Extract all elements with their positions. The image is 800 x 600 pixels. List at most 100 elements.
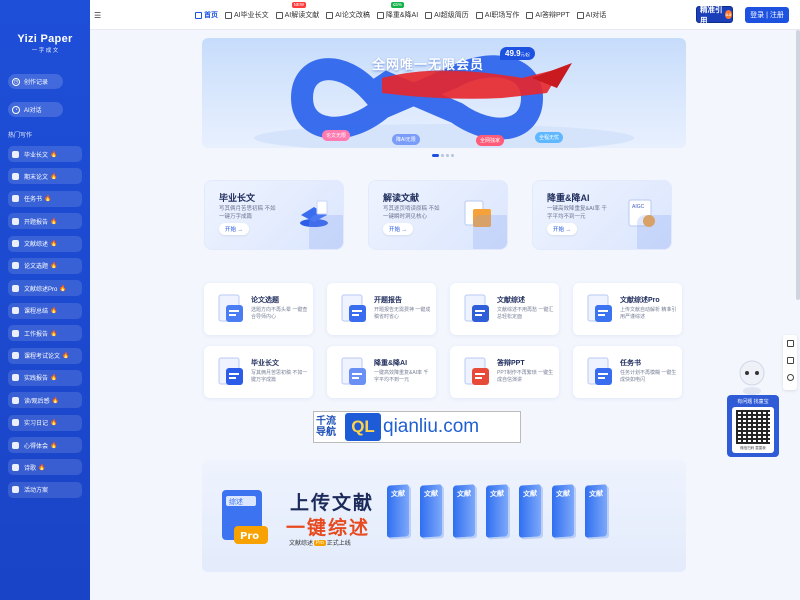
promo-sub: 文献综述 Pro 正式上线 <box>289 539 351 547</box>
sidebar-item-icon <box>12 307 19 315</box>
big-card-literature[interactable]: 解读文献 写其逐页啃读原稿 不如一键瞬时洞见核心 开始 → <box>368 180 508 250</box>
sidebar-item-icon <box>12 486 19 494</box>
banner-title: 全网唯一无限会员 <box>372 57 485 72</box>
big-card-reduce[interactable]: 降重&降AI 一键高效降重复&AI率 千字平均不到一元 开始 → AIGC <box>532 180 672 250</box>
nav-item[interactable]: 首页 <box>195 10 218 20</box>
sidebar-item[interactable]: 课程考试论文 🔥 <box>8 347 82 364</box>
feedback-icon[interactable] <box>786 340 794 347</box>
nav-item[interactable]: AI解读文献 NEW <box>275 2 319 20</box>
fire-icon: 🔥 <box>44 196 52 203</box>
small-card[interactable]: 毕业长文 写其俩月苦思初稿 不如一键万字成篇 <box>204 346 313 398</box>
sidebar-item-label: 期末论文 <box>24 174 49 181</box>
precise-citation-button[interactable]: 精准引用 4.0 <box>696 4 733 25</box>
sidebar-item-label: 工作报告 <box>24 331 49 338</box>
small-card[interactable]: 文献综述 文献综述不用再愁 一键汇总轻松定面 <box>450 283 559 335</box>
card-desc: 写其俩月苦思初稿 不如一键万字成篇 <box>219 206 276 220</box>
nav-item[interactable]: AI职场写作 <box>475 10 520 20</box>
watermark-cn: 千流 导航 <box>316 416 336 438</box>
sidebar-item[interactable]: 开题报告 🔥 <box>8 213 82 230</box>
sidebar-item[interactable]: 课程总结 🔥 <box>8 302 82 319</box>
menu-toggle-icon[interactable]: ☰ <box>94 11 101 20</box>
book-icon: 文献 <box>387 484 409 538</box>
sidebar-item[interactable]: 期末论文 🔥 <box>8 168 82 185</box>
sidebar-item[interactable]: 心得体会 🔥 <box>8 437 82 454</box>
start-button[interactable]: 开始 → <box>547 223 578 235</box>
big-card-thesis[interactable]: 毕业长文 写其俩月苦思初稿 不如一键万字成篇 开始 → <box>204 180 344 250</box>
banner-bubble: 论文无限 <box>322 130 351 141</box>
top-nav: 首页 AI毕业长文 AI解读文献 NEW AI论文改稿 降重&降AI ≤5% AI超级简历 AI… <box>195 2 613 20</box>
nav-item[interactable]: AI毕业长文 <box>225 10 269 20</box>
fire-icon: 🔥 <box>50 420 58 427</box>
sidebar-item[interactable]: 文献综述 🔥 <box>8 235 82 252</box>
helper-qr-panel[interactable]: 有问题 找童宝 微信扫码 童童我 <box>727 395 779 457</box>
brand-name: Yizi Paper <box>17 33 73 45</box>
ai-chat-label: AI对话 <box>24 108 42 114</box>
start-button[interactable]: 开始 → <box>219 223 250 235</box>
card-title: 开题报告 <box>374 297 402 304</box>
start-button[interactable]: 开始 → <box>383 223 414 235</box>
carousel-dot[interactable] <box>451 154 454 157</box>
nav-item[interactable]: AI答辩PPT <box>526 10 570 20</box>
card-desc: 任务计划不再模糊 一键生成快如电闪 <box>620 370 677 383</box>
nav-item[interactable]: AI超级简历 <box>425 10 469 20</box>
small-card[interactable]: 答辩PPT PPT制作不再繁琐 一键生成自信演讲 <box>450 346 559 398</box>
sidebar-item[interactable]: 读/观后感 🔥 <box>8 392 82 409</box>
user-icon[interactable] <box>786 374 794 381</box>
nav-item-label: AI职场写作 <box>484 12 520 19</box>
small-card[interactable]: 任务书 任务计划不再模糊 一键生成快如电闪 <box>573 346 682 398</box>
sidebar-item[interactable]: 任务书 🔥 <box>8 190 82 207</box>
login-link[interactable]: 登录 <box>750 10 764 20</box>
edit-icon[interactable] <box>786 357 794 364</box>
small-card[interactable]: 论文选题 选题方向不再头晕 一键查合导师内心 <box>204 283 313 335</box>
small-card[interactable]: 文献综述Pro 上传文献自动解析 精准引用严谨综述 <box>573 283 682 335</box>
register-link[interactable]: 注册 <box>770 10 784 20</box>
promo-banner[interactable]: 综述 Pro 上传文献 一键综述 文献综述 Pro 正式上线 文献 文献 文献 文献 文献文… <box>202 460 686 572</box>
sidebar-item[interactable]: 论文选题 🔥 <box>8 257 82 274</box>
fire-icon: 🔥 <box>51 397 60 404</box>
price-value: 49.9 <box>505 49 521 58</box>
book-icon: 文献 <box>552 484 574 538</box>
carousel-dot[interactable] <box>432 154 439 157</box>
sidebar-item-icon <box>12 217 19 225</box>
card-desc: 写其逐页啃读原稿 不如一键瞬时洞见核心 <box>383 206 440 220</box>
carousel-dot[interactable] <box>446 154 449 157</box>
nav-item-icon <box>425 11 433 19</box>
card-feature-icon <box>587 294 612 322</box>
cite-label: 精准引用 <box>700 4 723 25</box>
sidebar-item[interactable]: 毕业长文 🔥 <box>8 146 82 162</box>
nav-item-icon <box>195 11 202 19</box>
assistant-mascot-icon[interactable] <box>737 355 767 395</box>
sidebar-item-label: 毕业长文 <box>24 152 49 159</box>
sidebar-item[interactable]: 文献综述Pro 🔥 <box>8 280 82 297</box>
sidebar-item-icon <box>12 441 19 449</box>
ai-chat-button[interactable]: ◔ AI对话 <box>8 102 63 117</box>
sidebar-list: 毕业长文 🔥 期末论文 🔥 任务书 🔥 开题报告 🔥 文献综述 🔥 论文选题 🔥 文献综述Pro 🔥 课程总… <box>8 146 82 504</box>
small-card[interactable]: 降重&降AI 一键高效降重复&AI率 千字平均不到一元 <box>327 346 436 398</box>
svg-text:Pro: Pro <box>240 531 259 542</box>
sidebar-item[interactable]: 诗歌 🔥 <box>8 459 82 476</box>
carousel-dot[interactable] <box>441 154 444 157</box>
history-label: 创作记录 <box>24 80 49 86</box>
sidebar-item[interactable]: 活动方案 <box>8 481 82 498</box>
sidebar-item[interactable]: 工作报告 🔥 <box>8 325 82 342</box>
membership-banner[interactable]: 全网唯一无限会员 49.9元/起 论文无限 降AI无限 全网独家 全程无忧 <box>202 38 686 148</box>
price-tag: 49.9元/起 <box>500 47 535 60</box>
section-title: 热门写作 <box>8 133 33 139</box>
sidebar-item-icon <box>12 463 19 471</box>
qr-card: 微信扫码 童童我 <box>732 407 774 453</box>
sidebar-item[interactable]: 实践报告 🔥 <box>8 369 82 386</box>
page-scrollbar[interactable] <box>796 30 800 300</box>
nav-item[interactable]: AI论文改稿 <box>326 10 370 20</box>
sidebar-item-icon <box>12 329 19 337</box>
sidebar-item[interactable]: 实习日记 🔥 <box>8 414 82 431</box>
brand-logo[interactable]: Yizi Paper 一 字 成 文 <box>0 0 90 54</box>
nav-item[interactable]: AI对话 <box>576 10 606 20</box>
nav-item[interactable]: 降重&降AI ≤5% <box>376 2 418 20</box>
small-card[interactable]: 开题报告 开题报告无需费神 一键成稿省时省心 <box>327 283 436 335</box>
qr-caption: 微信扫码 童童我 <box>740 446 766 450</box>
sidebar-item-icon <box>12 419 19 427</box>
clock-icon: ◷ <box>12 77 20 86</box>
history-button[interactable]: ◷ 创作记录 <box>8 74 63 89</box>
promo-line1: 上传文献 <box>290 493 375 514</box>
login-register-button[interactable]: 登录 | 注册 <box>745 7 789 23</box>
